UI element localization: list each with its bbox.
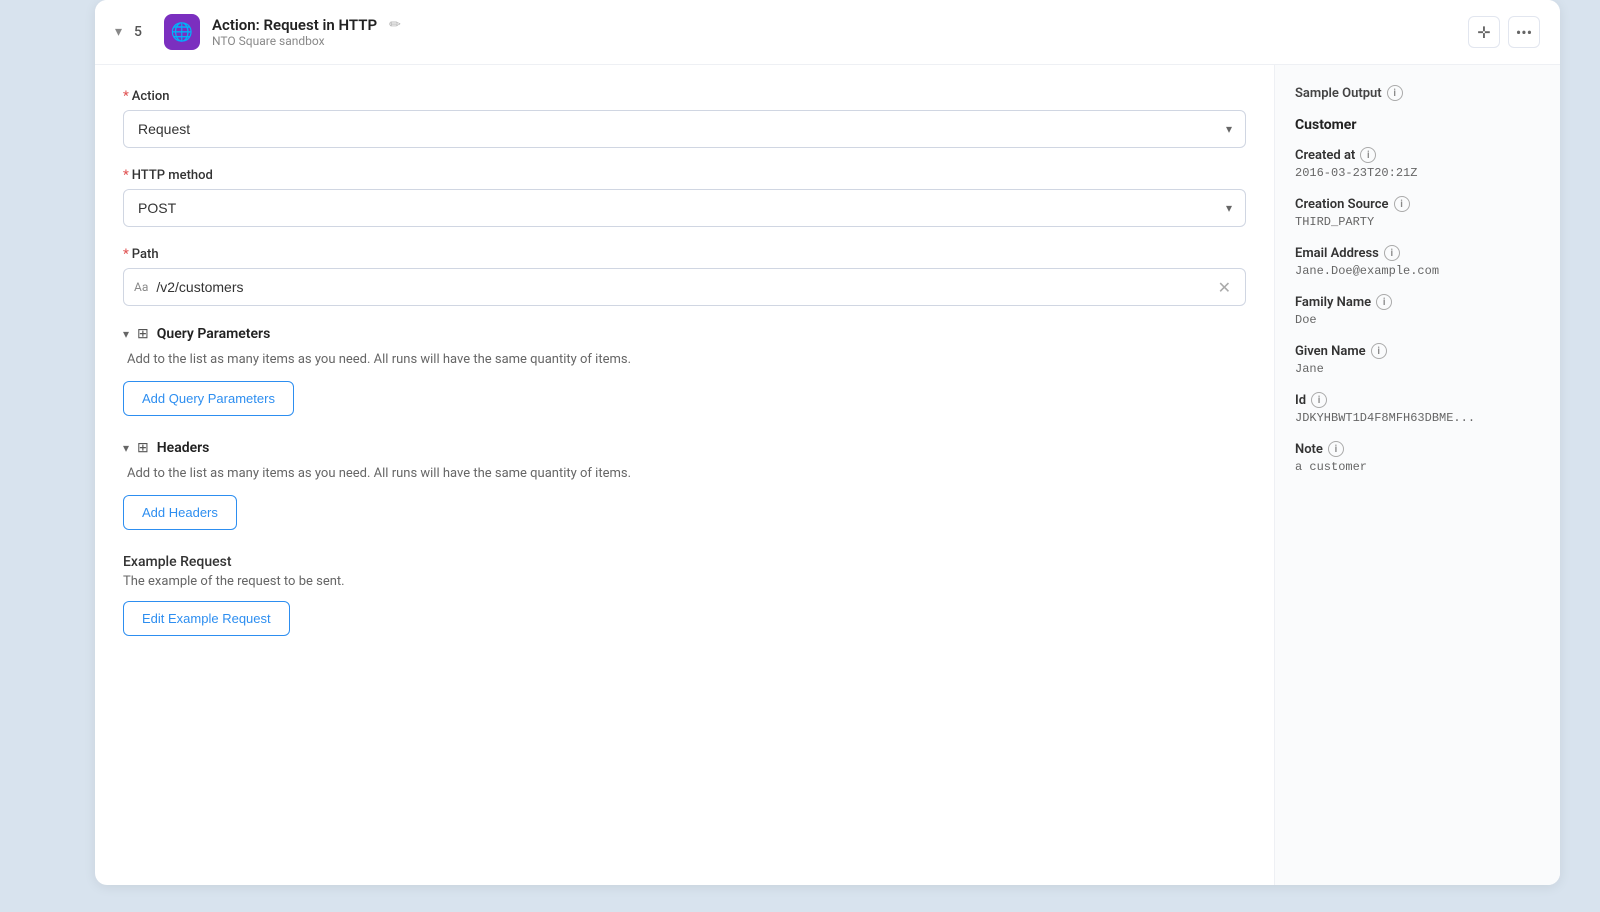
path-input-wrapper: Aa ✕ bbox=[123, 268, 1246, 306]
query-params-header[interactable]: ▾ ⊞ Query Parameters bbox=[123, 326, 1246, 342]
step-number: 5 bbox=[134, 24, 152, 40]
sample-output-area: Sample Output i Customer Created ati 2016… bbox=[1275, 65, 1560, 885]
collapse-chevron[interactable]: ▾ bbox=[115, 24, 122, 40]
example-request-description: The example of the request to be sent. bbox=[123, 574, 1246, 589]
query-params-stack-icon: ⊞ bbox=[137, 326, 149, 342]
card-title-area: Action: Request in HTTP ✏ NTO Square san… bbox=[212, 16, 1456, 48]
output-field: Given Namei Jane bbox=[1295, 343, 1540, 376]
action-required-star: * bbox=[123, 89, 129, 104]
query-params-chevron: ▾ bbox=[123, 327, 129, 341]
edit-title-icon[interactable]: ✏ bbox=[389, 17, 401, 33]
output-field: Notei a customer bbox=[1295, 441, 1540, 474]
output-field-label: Given Namei bbox=[1295, 343, 1540, 359]
field-info-icon-1[interactable]: i bbox=[1394, 196, 1410, 212]
output-field-value: Jane.Doe@example.com bbox=[1295, 264, 1540, 278]
path-type-icon: Aa bbox=[134, 280, 148, 294]
card-subtitle: NTO Square sandbox bbox=[212, 34, 1456, 48]
card-body: *Action Request ▾ *HTTP method bbox=[95, 65, 1560, 885]
output-field: Created ati 2016-03-23T20:21Z bbox=[1295, 147, 1540, 180]
output-field: Email Addressi Jane.Doe@example.com bbox=[1295, 245, 1540, 278]
output-field: Family Namei Doe bbox=[1295, 294, 1540, 327]
output-field-value: a customer bbox=[1295, 460, 1540, 474]
field-info-icon-3[interactable]: i bbox=[1376, 294, 1392, 310]
customer-label: Customer bbox=[1295, 117, 1540, 133]
field-info-icon-5[interactable]: i bbox=[1311, 392, 1327, 408]
example-request-label: Example Request bbox=[123, 554, 1246, 570]
field-info-icon-4[interactable]: i bbox=[1371, 343, 1387, 359]
http-method-select[interactable]: POST bbox=[123, 189, 1246, 227]
query-params-description: Add to the list as many items as you nee… bbox=[127, 352, 1246, 367]
headers-stack-icon: ⊞ bbox=[137, 440, 149, 456]
action-type-icon: 🌐 bbox=[164, 14, 200, 50]
path-label: *Path bbox=[123, 247, 1246, 262]
action-card: ▾ 5 🌐 Action: Request in HTTP ✏ NTO Squa… bbox=[95, 0, 1560, 885]
action-label: *Action bbox=[123, 89, 1246, 104]
output-field-label: Family Namei bbox=[1295, 294, 1540, 310]
path-required-star: * bbox=[123, 247, 129, 262]
output-field-label: Notei bbox=[1295, 441, 1540, 457]
action-select-wrapper: Request ▾ bbox=[123, 110, 1246, 148]
sample-output-title: Sample Output i bbox=[1295, 85, 1540, 101]
move-icon[interactable]: ✛ bbox=[1468, 16, 1500, 48]
path-field-group: *Path Aa ✕ bbox=[123, 247, 1246, 306]
sample-output-info-icon[interactable]: i bbox=[1387, 85, 1403, 101]
headers-description: Add to the list as many items as you nee… bbox=[127, 466, 1246, 481]
card-title: Action: Request in HTTP bbox=[212, 16, 377, 34]
action-field-group: *Action Request ▾ bbox=[123, 89, 1246, 148]
headers-section: ▾ ⊞ Headers Add to the list as many item… bbox=[123, 440, 1246, 530]
output-field-label: Created ati bbox=[1295, 147, 1540, 163]
form-area: *Action Request ▾ *HTTP method bbox=[95, 65, 1275, 885]
globe-icon: 🌐 bbox=[171, 22, 193, 43]
add-query-params-button[interactable]: Add Query Parameters bbox=[123, 381, 294, 416]
field-info-icon-6[interactable]: i bbox=[1328, 441, 1344, 457]
header-action-buttons: ✛ ••• bbox=[1468, 16, 1540, 48]
example-request-section: Example Request The example of the reque… bbox=[123, 554, 1246, 636]
query-params-section: ▾ ⊞ Query Parameters Add to the list as … bbox=[123, 326, 1246, 416]
field-info-icon-0[interactable]: i bbox=[1360, 147, 1376, 163]
http-method-select-wrapper: POST ▾ bbox=[123, 189, 1246, 227]
path-input[interactable] bbox=[156, 269, 1213, 305]
output-field-value: Jane bbox=[1295, 362, 1540, 376]
http-method-field-group: *HTTP method POST ▾ bbox=[123, 168, 1246, 227]
output-field-value: Doe bbox=[1295, 313, 1540, 327]
edit-example-request-button[interactable]: Edit Example Request bbox=[123, 601, 290, 636]
output-field-label: Creation Sourcei bbox=[1295, 196, 1540, 212]
headers-title: Headers bbox=[157, 440, 210, 456]
output-field-label: Email Addressi bbox=[1295, 245, 1540, 261]
add-headers-button[interactable]: Add Headers bbox=[123, 495, 237, 530]
http-method-required-star: * bbox=[123, 168, 129, 183]
more-options-icon[interactable]: ••• bbox=[1508, 16, 1540, 48]
headers-header[interactable]: ▾ ⊞ Headers bbox=[123, 440, 1246, 456]
output-field-label: Idi bbox=[1295, 392, 1540, 408]
headers-chevron: ▾ bbox=[123, 441, 129, 455]
output-field-value: JDKYHBWT1D4F8MFH63DBME... bbox=[1295, 411, 1540, 425]
output-field-value: 2016-03-23T20:21Z bbox=[1295, 166, 1540, 180]
http-method-label: *HTTP method bbox=[123, 168, 1246, 183]
field-info-icon-2[interactable]: i bbox=[1384, 245, 1400, 261]
path-clear-icon[interactable]: ✕ bbox=[1214, 274, 1235, 301]
output-field-value: THIRD_PARTY bbox=[1295, 215, 1540, 229]
output-field: Creation Sourcei THIRD_PARTY bbox=[1295, 196, 1540, 229]
query-params-title: Query Parameters bbox=[157, 326, 271, 342]
output-fields-container: Created ati 2016-03-23T20:21Z Creation Sou… bbox=[1295, 147, 1540, 474]
output-field: Idi JDKYHBWT1D4F8MFH63DBME... bbox=[1295, 392, 1540, 425]
action-select[interactable]: Request bbox=[123, 110, 1246, 148]
card-header: ▾ 5 🌐 Action: Request in HTTP ✏ NTO Squa… bbox=[95, 0, 1560, 65]
